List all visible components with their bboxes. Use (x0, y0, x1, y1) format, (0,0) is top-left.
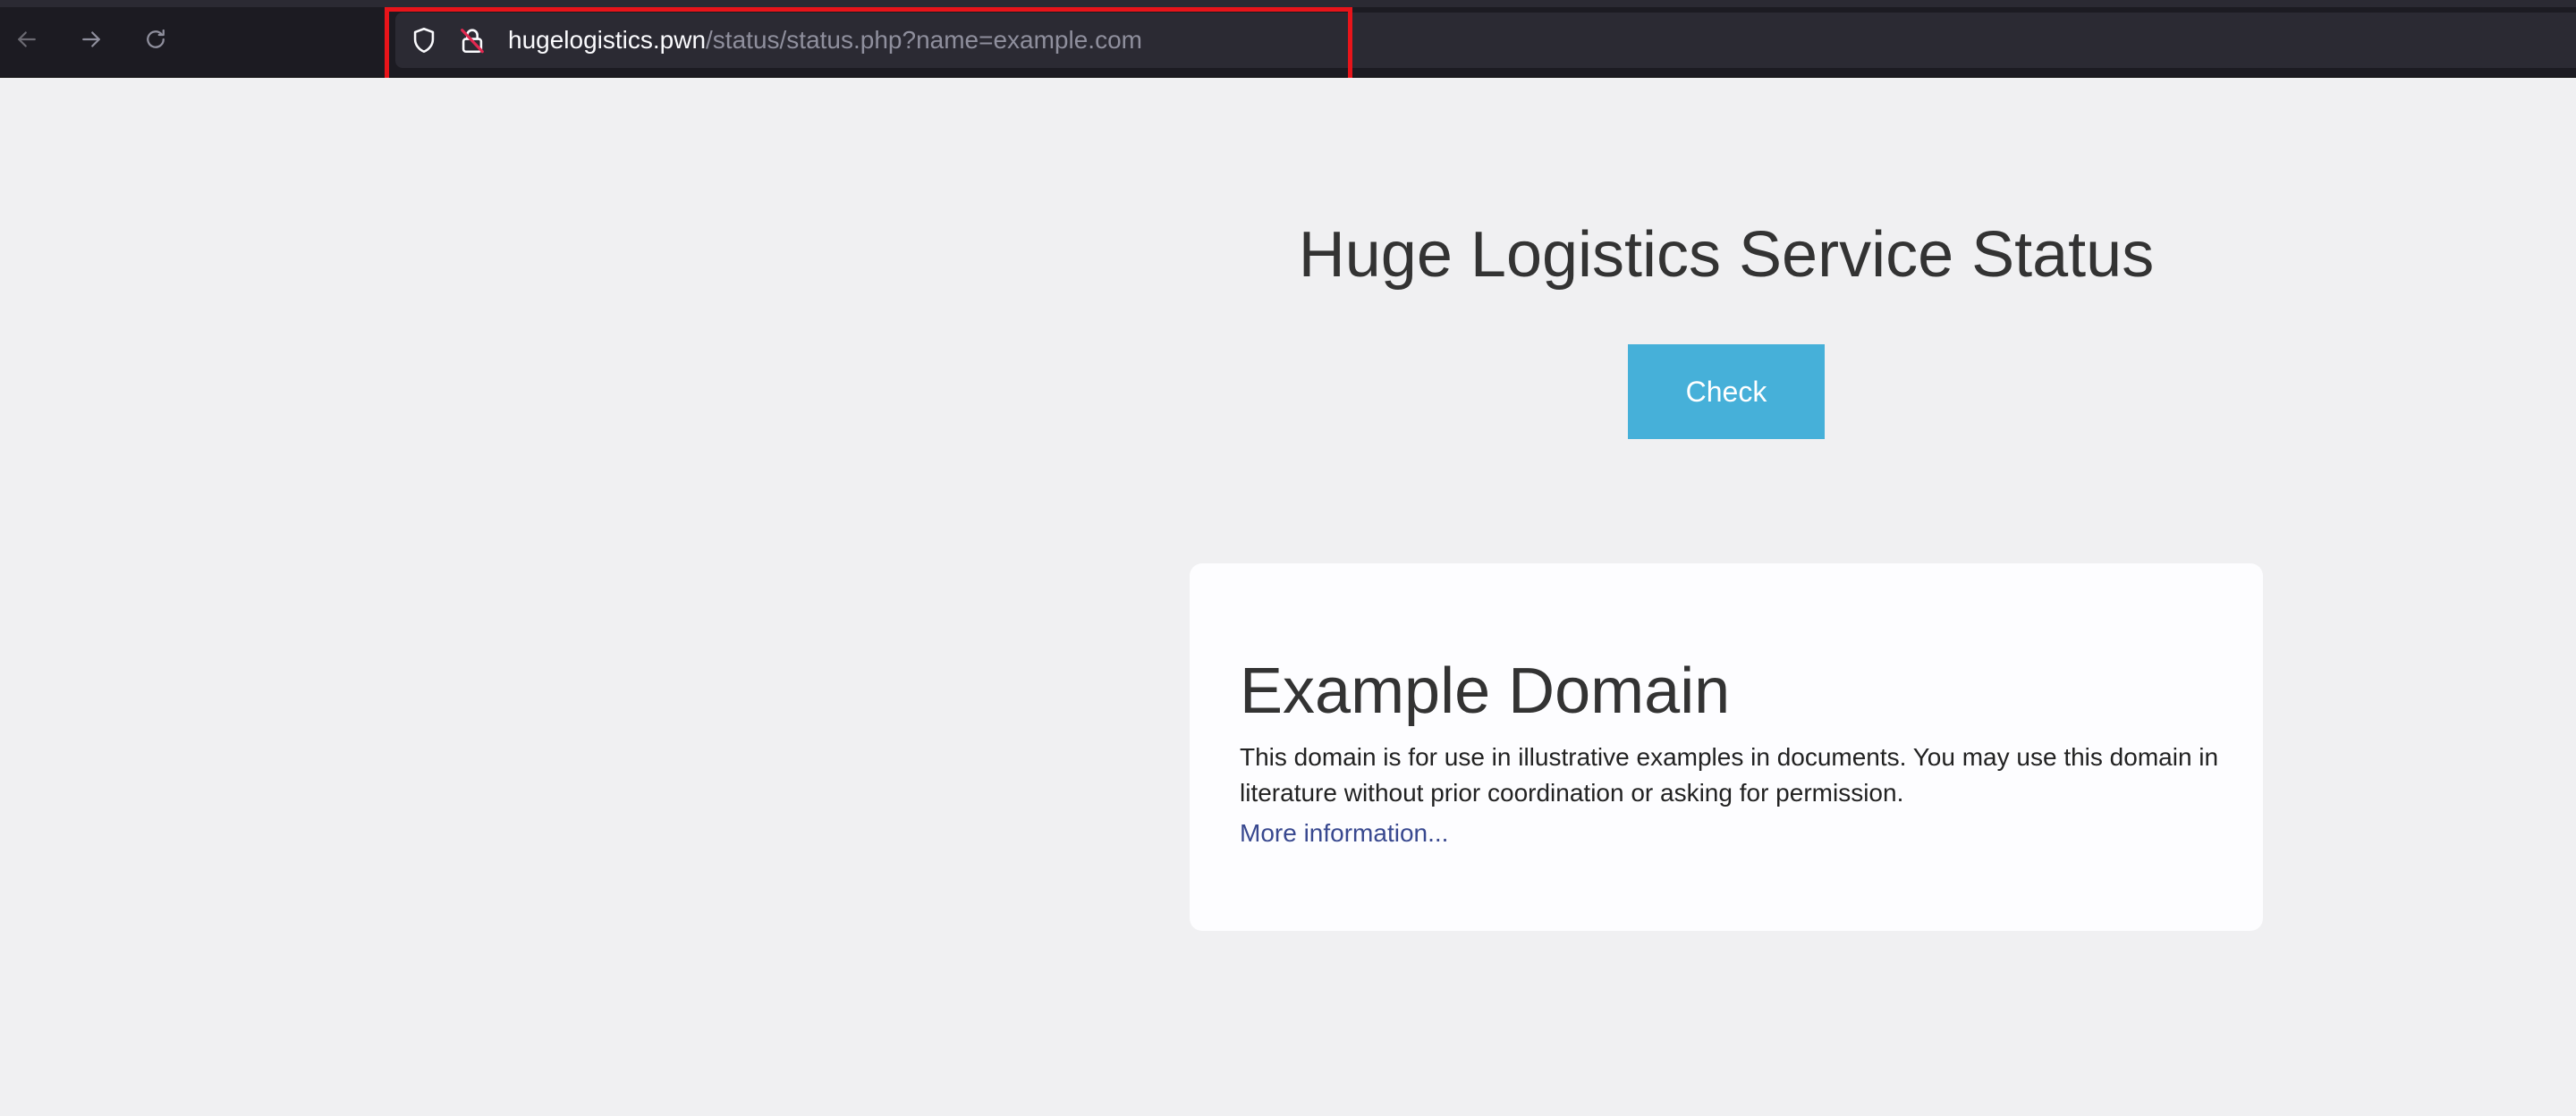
reload-icon (147, 29, 165, 48)
card-description: This domain is for use in illustrative e… (1240, 743, 2219, 807)
url-highlight-box (385, 7, 1352, 82)
check-button[interactable]: Check (1628, 344, 1825, 439)
forward-arrow-icon (82, 31, 100, 47)
forward-button[interactable] (70, 18, 113, 61)
card-title: Example Domain (1240, 655, 1731, 727)
browser-toolbar: hugelogistics.pwn/status/status.php?name… (0, 0, 2576, 82)
back-arrow-icon (18, 31, 36, 47)
page-title: Huge Logistics Service Status (1298, 219, 2155, 291)
tab-strip-edge (0, 0, 2576, 7)
reload-button[interactable] (134, 18, 177, 61)
page-content: Huge Logistics Service Status Check Exam… (0, 78, 2576, 1116)
more-information-link[interactable]: More information... (1240, 816, 1448, 851)
back-button[interactable] (5, 18, 48, 61)
result-card: Example Domain This domain is for use in… (1190, 563, 2263, 931)
